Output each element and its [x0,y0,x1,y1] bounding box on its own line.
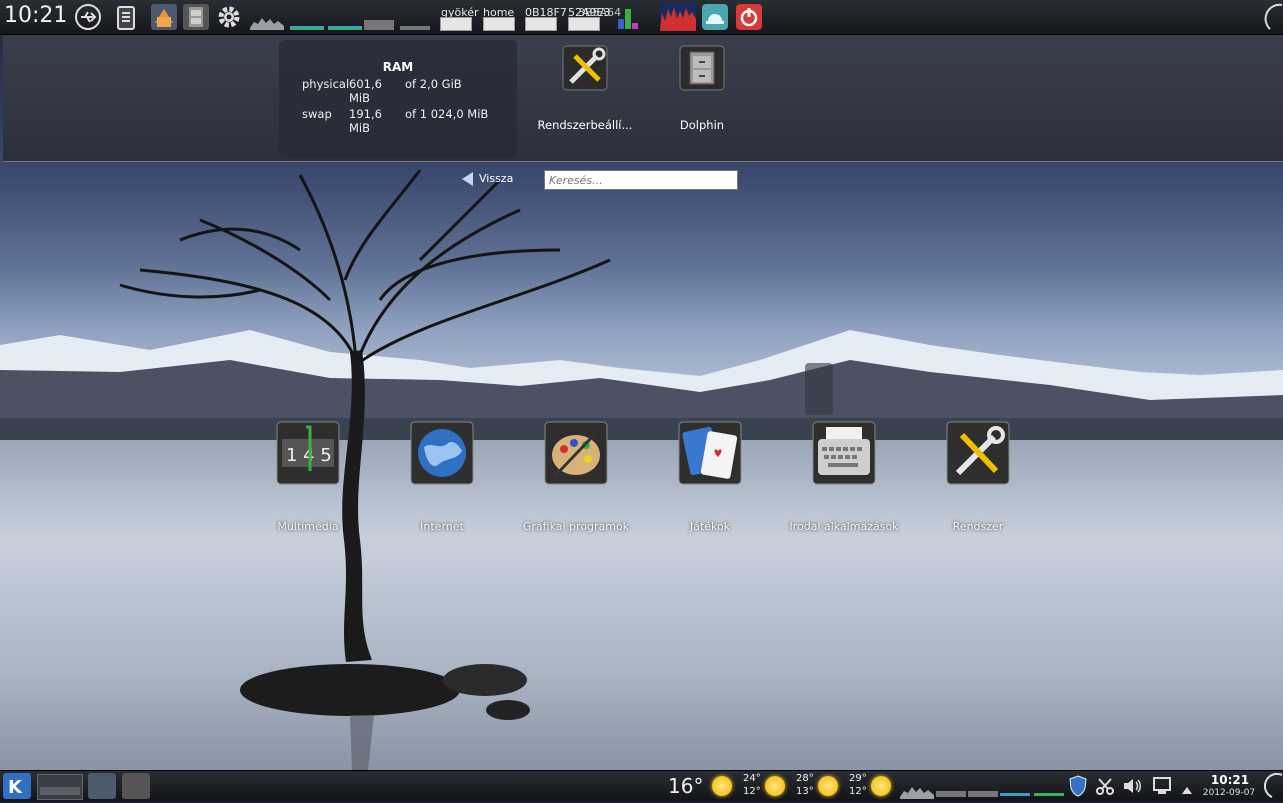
network-graph-1[interactable] [290,6,324,30]
favorite-label: Dolphin [679,118,725,132]
file-cabinet-icon [678,44,726,92]
category-games[interactable]: Játékok [645,421,775,534]
bottom-clock[interactable]: 10:21 [1202,773,1258,787]
category-label: Multimédia [277,520,339,533]
color-bars-icon[interactable] [616,3,644,31]
sun-icon [712,776,732,796]
taskbar-file-manager-icon[interactable] [122,773,150,799]
network-manager-icon[interactable] [1152,776,1172,796]
power-icon[interactable] [735,3,763,31]
ram-row-name: swap [302,107,332,121]
favorite-system-settings[interactable]: Rendszerbeállí... [530,44,640,132]
top-panel: 10:21 gyökér home 0B18F7 52A9E3 3B5A64 [0,0,1283,35]
search-input[interactable] [544,170,738,190]
sun-icon [818,776,838,796]
taskbar-home-icon[interactable] [88,773,116,799]
palette-icon [544,421,608,485]
forecast-high: 24° [743,773,761,784]
clipboard-icon[interactable] [112,3,140,31]
back-label: Vissza [479,172,514,185]
category-label: Grafikai programok [522,520,630,533]
back-arrow-icon [462,172,473,186]
network-bar[interactable] [1034,793,1064,796]
category-multimedia[interactable]: 1 4 5 Multimédia [243,421,373,534]
ram-row-total: of 2,0 GiB [405,77,462,91]
swap-bar[interactable] [968,791,998,797]
bottom-date[interactable]: 2012-09-07 [1198,788,1260,798]
category-label: Játékok [689,520,731,533]
disk-graph-1[interactable] [364,6,398,30]
cards-icon [678,421,742,485]
bottom-panel: K 16° 24° 12° 28° 13° 29° 12° 10:21 2012… [0,770,1283,801]
sun-icon [871,776,891,796]
network-graph-2[interactable] [328,6,362,30]
category-office[interactable]: Irodai alkalmazások [779,421,909,534]
system-load-graph[interactable] [660,3,696,31]
usb-icon[interactable] [74,3,102,31]
forecast-high: 28° [796,773,814,784]
globe-icon [410,421,474,485]
ram-title: RAM [382,60,414,74]
category-label: Irodai alkalmazások [789,520,899,533]
category-graphics[interactable]: Grafikai programok [511,421,641,534]
svg-text:K: K [8,777,23,798]
favorites-panel: Rendszerbeállí... Dolphin [3,34,1283,162]
ram-row-used: 601,6 MiB [349,77,382,105]
scissors-icon[interactable] [1096,777,1114,795]
tray-expand-icon[interactable] [1181,780,1193,794]
kde-logo-icon: K [8,777,23,798]
hover-indicator [805,363,833,415]
tools-icon [946,421,1010,485]
network-bar[interactable] [1000,793,1030,796]
shield-icon[interactable] [1068,775,1088,797]
forecast-low: 12° [849,786,867,797]
device-usage-bar [440,17,472,31]
kde-launcher-button[interactable]: K [3,773,31,799]
file-manager-icon[interactable] [182,3,210,31]
gear-icon[interactable] [215,3,243,31]
cpu-graph[interactable] [250,6,284,30]
multimedia-icon: 1 4 5 [276,421,340,485]
forecast-low: 13° [796,786,814,797]
memory-bar[interactable] [936,791,966,797]
panel-toolbox-icon[interactable] [1258,3,1283,31]
category-internet[interactable]: Internet [377,421,507,534]
disk-graph-2[interactable] [400,6,434,30]
pager-desktop[interactable] [40,787,80,795]
cpu-graph[interactable] [900,777,934,799]
settings-tools-icon [561,44,609,92]
ram-row-total: of 1 024,0 MiB [405,107,489,121]
category-system[interactable]: Rendszer [913,421,1043,534]
forecast-low: 12° [743,786,761,797]
device-usage-bar [483,17,515,31]
lock-screen-icon[interactable] [701,3,729,31]
ram-row-used: 191,6 MiB [349,107,382,135]
home-folder-icon[interactable] [150,3,178,31]
device-usage-bar [525,17,557,31]
ram-row-name: physical [302,77,350,91]
current-temperature[interactable]: 16° [668,775,703,797]
pager-widget[interactable] [37,774,83,800]
category-label: Internet [420,520,464,533]
back-button[interactable]: Vissza [462,172,513,186]
top-clock[interactable]: 10:21 [4,3,67,28]
volume-icon[interactable] [1122,777,1142,795]
ram-monitor-widget: RAM physical 601,6 MiB of 2,0 GiB swap 1… [279,40,517,158]
favorite-dolphin[interactable]: Dolphin [647,44,757,132]
device-usage-bar [568,17,600,31]
typewriter-icon [812,421,876,485]
category-label: Rendszer [952,520,1004,533]
favorite-label: Rendszerbeállí... [537,118,633,132]
panel-toolbox-icon[interactable] [1263,772,1283,799]
sun-icon [765,776,785,796]
forecast-high: 29° [849,773,867,784]
